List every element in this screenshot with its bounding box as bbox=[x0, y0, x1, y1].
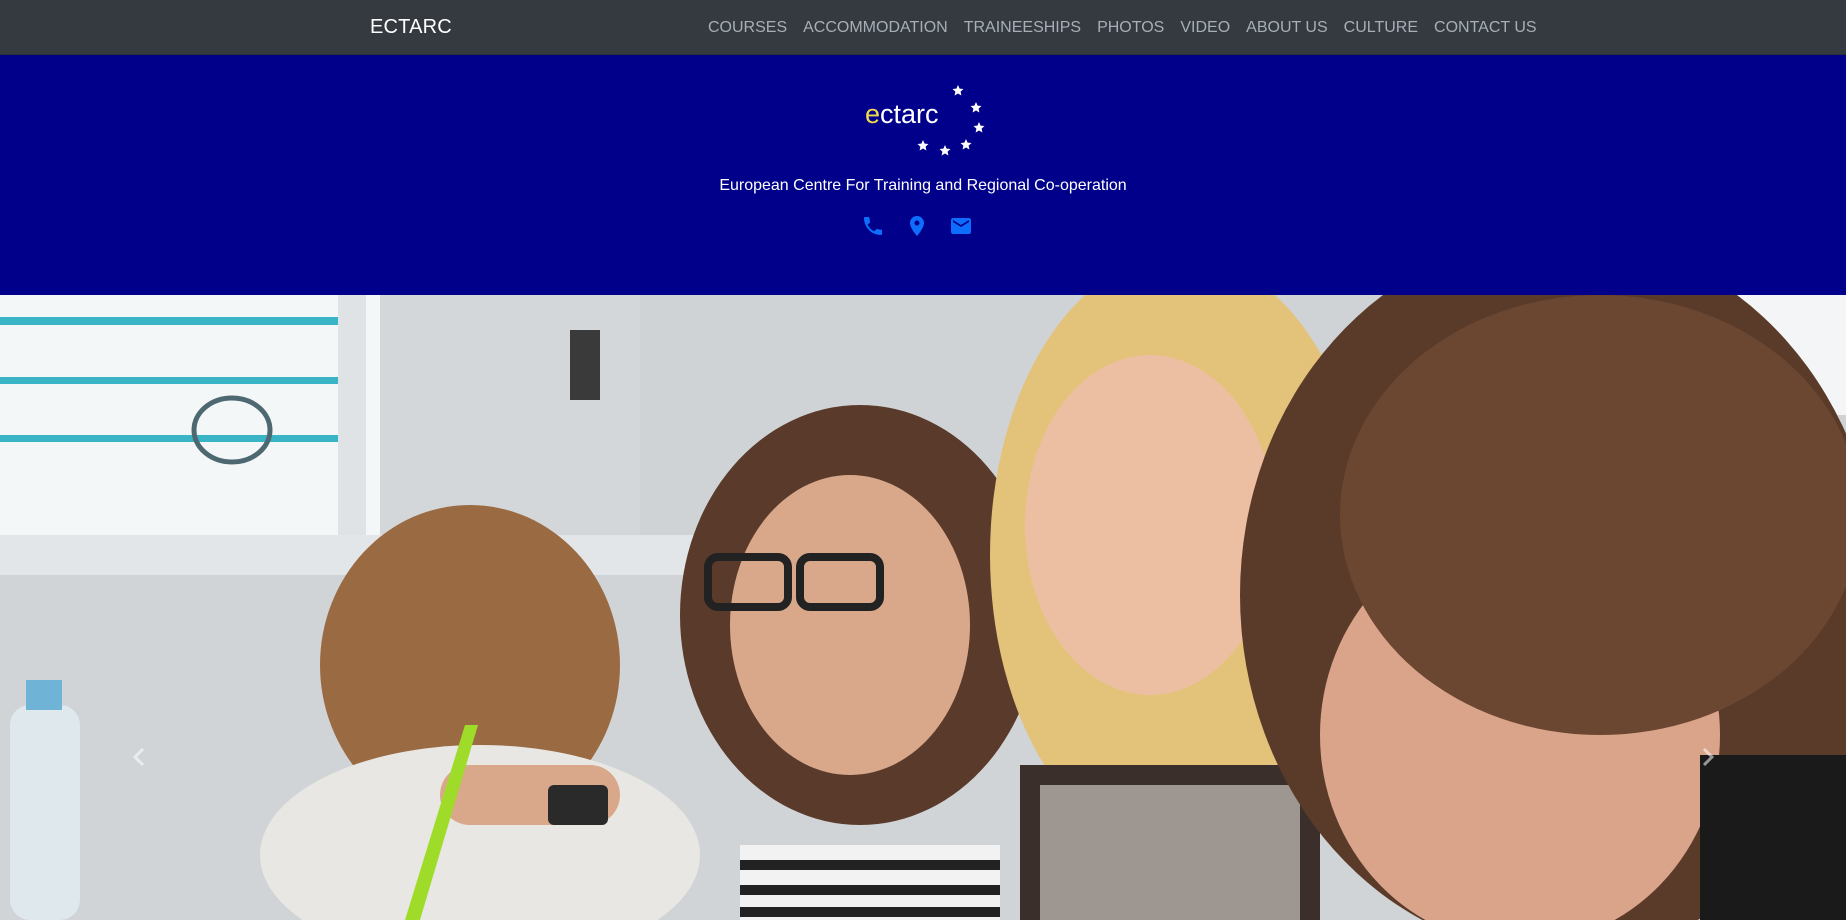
chevron-right-icon bbox=[1702, 747, 1715, 767]
hero-header: e ctarc European Centre For Training and… bbox=[0, 55, 1846, 295]
nav-item-culture[interactable]: CULTURE bbox=[1344, 19, 1418, 37]
tagline: European Centre For Training and Regiona… bbox=[719, 177, 1127, 194]
hero-carousel bbox=[0, 295, 1846, 920]
mail-icon[interactable] bbox=[949, 214, 973, 238]
nav-link-culture[interactable]: CULTURE bbox=[1344, 19, 1418, 36]
nav-item-courses[interactable]: COURSES bbox=[708, 19, 787, 37]
carousel-next-button[interactable] bbox=[1566, 295, 1846, 920]
logo-letter-e: e bbox=[865, 99, 880, 129]
ectarc-logo: e ctarc bbox=[865, 85, 985, 156]
nav-link-video[interactable]: VIDEO bbox=[1180, 19, 1230, 36]
nav-link-contact-us[interactable]: CONTACT US bbox=[1434, 19, 1537, 36]
nav-link-accommodation[interactable]: ACCOMMODATION bbox=[803, 19, 948, 36]
nav-item-about-us[interactable]: ABOUT US bbox=[1246, 19, 1328, 37]
contact-icons bbox=[861, 213, 973, 239]
nav-link-courses[interactable]: COURSES bbox=[708, 19, 787, 36]
brand-link[interactable]: ECTARC bbox=[370, 0, 452, 55]
top-navbar: ECTARC COURSES ACCOMMODATION TRAINEESHIP… bbox=[0, 0, 1846, 55]
carousel-prev-button[interactable] bbox=[0, 295, 280, 920]
nav-link-traineeships[interactable]: TRAINEESHIPS bbox=[964, 19, 1081, 36]
nav-menu: COURSES ACCOMMODATION TRAINEESHIPS PHOTO… bbox=[708, 0, 1537, 55]
nav-item-video[interactable]: VIDEO bbox=[1180, 19, 1230, 37]
nav-link-about-us[interactable]: ABOUT US bbox=[1246, 19, 1328, 36]
phone-icon[interactable] bbox=[861, 214, 885, 238]
nav-item-traineeships[interactable]: TRAINEESHIPS bbox=[964, 19, 1081, 37]
nav-item-contact-us[interactable]: CONTACT US bbox=[1434, 19, 1537, 37]
nav-link-photos[interactable]: PHOTOS bbox=[1097, 19, 1164, 36]
location-pin-icon[interactable] bbox=[905, 214, 929, 238]
nav-item-accommodation[interactable]: ACCOMMODATION bbox=[803, 19, 948, 37]
nav-item-photos[interactable]: PHOTOS bbox=[1097, 19, 1164, 37]
chevron-left-icon bbox=[132, 747, 145, 767]
logo-wordmark: ctarc bbox=[880, 99, 939, 129]
